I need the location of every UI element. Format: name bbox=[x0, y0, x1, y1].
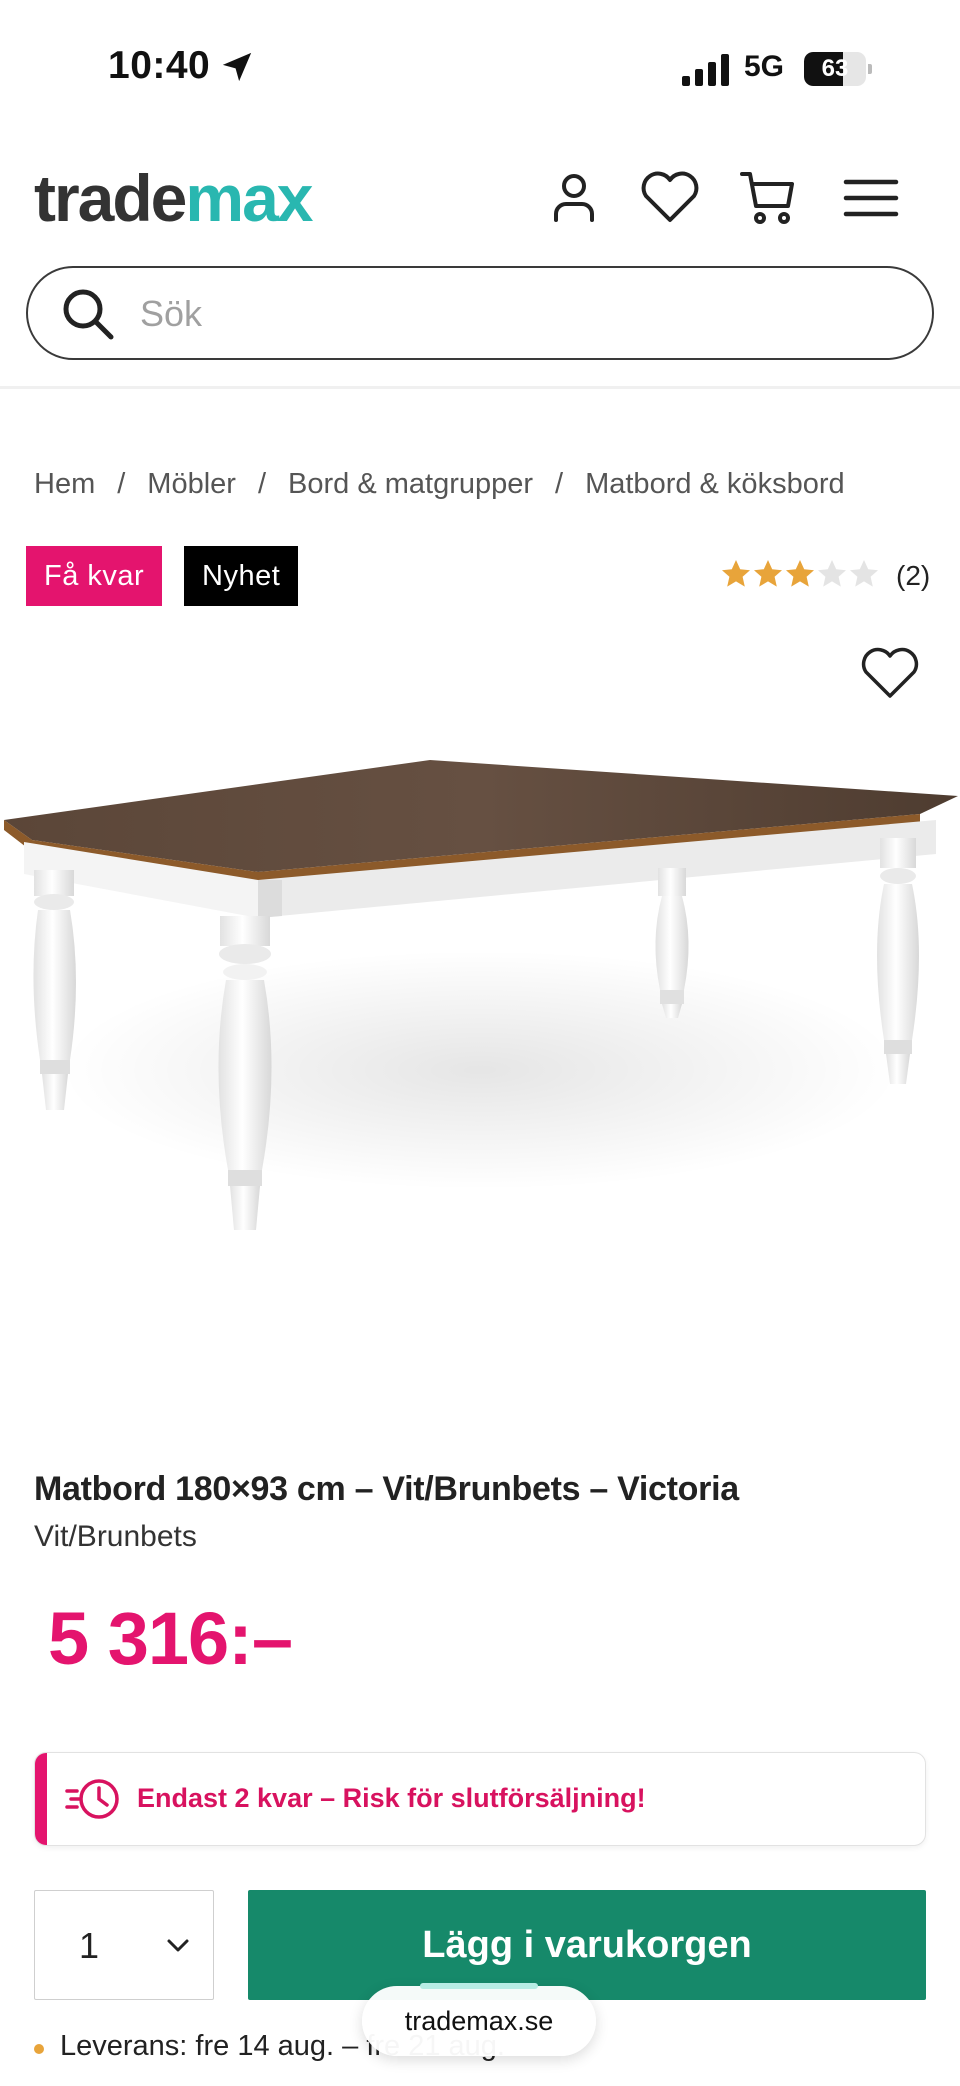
url-pill-glow bbox=[420, 1983, 538, 1989]
user-icon[interactable] bbox=[544, 168, 604, 228]
breadcrumb: Hem / Möbler / Bord & matgrupper / Matbord & k… bbox=[34, 468, 845, 501]
star-empty-icon bbox=[818, 560, 846, 587]
cart-icon[interactable] bbox=[738, 168, 798, 228]
quantity-select[interactable]: 1 bbox=[34, 1890, 214, 2000]
battery-percentage: 63 bbox=[821, 55, 849, 82]
chevron-down-icon bbox=[167, 1939, 189, 1952]
cellular-signal-icon bbox=[682, 54, 729, 86]
heart-icon[interactable] bbox=[638, 168, 702, 228]
breadcrumb-tables[interactable]: Bord & matgrupper bbox=[288, 468, 533, 501]
hamburger-menu-icon[interactable] bbox=[842, 168, 900, 228]
status-time: 10:40 bbox=[108, 44, 211, 87]
breadcrumb-dining-tables[interactable]: Matbord & köksbord bbox=[585, 468, 845, 501]
trademax-logo[interactable]: trademax bbox=[34, 160, 314, 236]
search-input[interactable] bbox=[140, 284, 900, 344]
breadcrumb-separator: / bbox=[555, 468, 564, 500]
add-to-cart-button[interactable]: Lägg i varukorgen bbox=[248, 1890, 926, 2000]
product-title: Matbord 180×93 cm – Vit/Brunbets – Victo… bbox=[34, 1470, 739, 1508]
breadcrumb-furniture[interactable]: Möbler bbox=[147, 468, 236, 501]
battery-indicator: 63 bbox=[804, 52, 874, 86]
delivery-status-dot bbox=[34, 2044, 44, 2054]
breadcrumb-separator: / bbox=[257, 468, 267, 500]
location-arrow-icon bbox=[222, 52, 252, 82]
browser-url-pill[interactable]: trademax.se bbox=[362, 1983, 596, 2056]
alert-accent-bar bbox=[35, 1753, 47, 1845]
product-image-dining-table[interactable] bbox=[0, 740, 960, 1280]
quantity-value: 1 bbox=[79, 1925, 100, 1966]
header-divider bbox=[0, 386, 960, 389]
star-filled-icon bbox=[722, 560, 750, 587]
breadcrumb-separator: / bbox=[117, 468, 126, 500]
logo-part-2: max bbox=[185, 161, 313, 235]
product-price: 5 316:– bbox=[48, 1597, 293, 1680]
search-icon[interactable] bbox=[58, 284, 118, 344]
low-stock-text: Endast 2 kvar – Risk för slutförsäljning… bbox=[137, 1783, 646, 1813]
network-type: 5G bbox=[744, 50, 785, 83]
add-to-wishlist-heart-icon[interactable] bbox=[858, 644, 922, 704]
low-stock-alert: Endast 2 kvar – Risk för slutförsäljning… bbox=[34, 1752, 926, 1846]
star-empty-icon bbox=[850, 560, 878, 587]
few-left-badge: Få kvar bbox=[26, 546, 163, 606]
fast-clock-icon bbox=[65, 1779, 119, 1819]
rating-count[interactable]: (2) bbox=[896, 560, 930, 592]
new-badge: Nyhet bbox=[184, 546, 299, 606]
star-filled-icon bbox=[786, 560, 814, 587]
star-filled-icon bbox=[754, 560, 782, 587]
product-variant: Vit/Brunbets bbox=[34, 1520, 197, 1553]
breadcrumb-home[interactable]: Hem bbox=[34, 468, 95, 501]
browser-url-text: trademax.se bbox=[404, 2006, 554, 2036]
rating-stars[interactable] bbox=[720, 558, 880, 594]
logo-part-1: trade bbox=[34, 161, 187, 235]
